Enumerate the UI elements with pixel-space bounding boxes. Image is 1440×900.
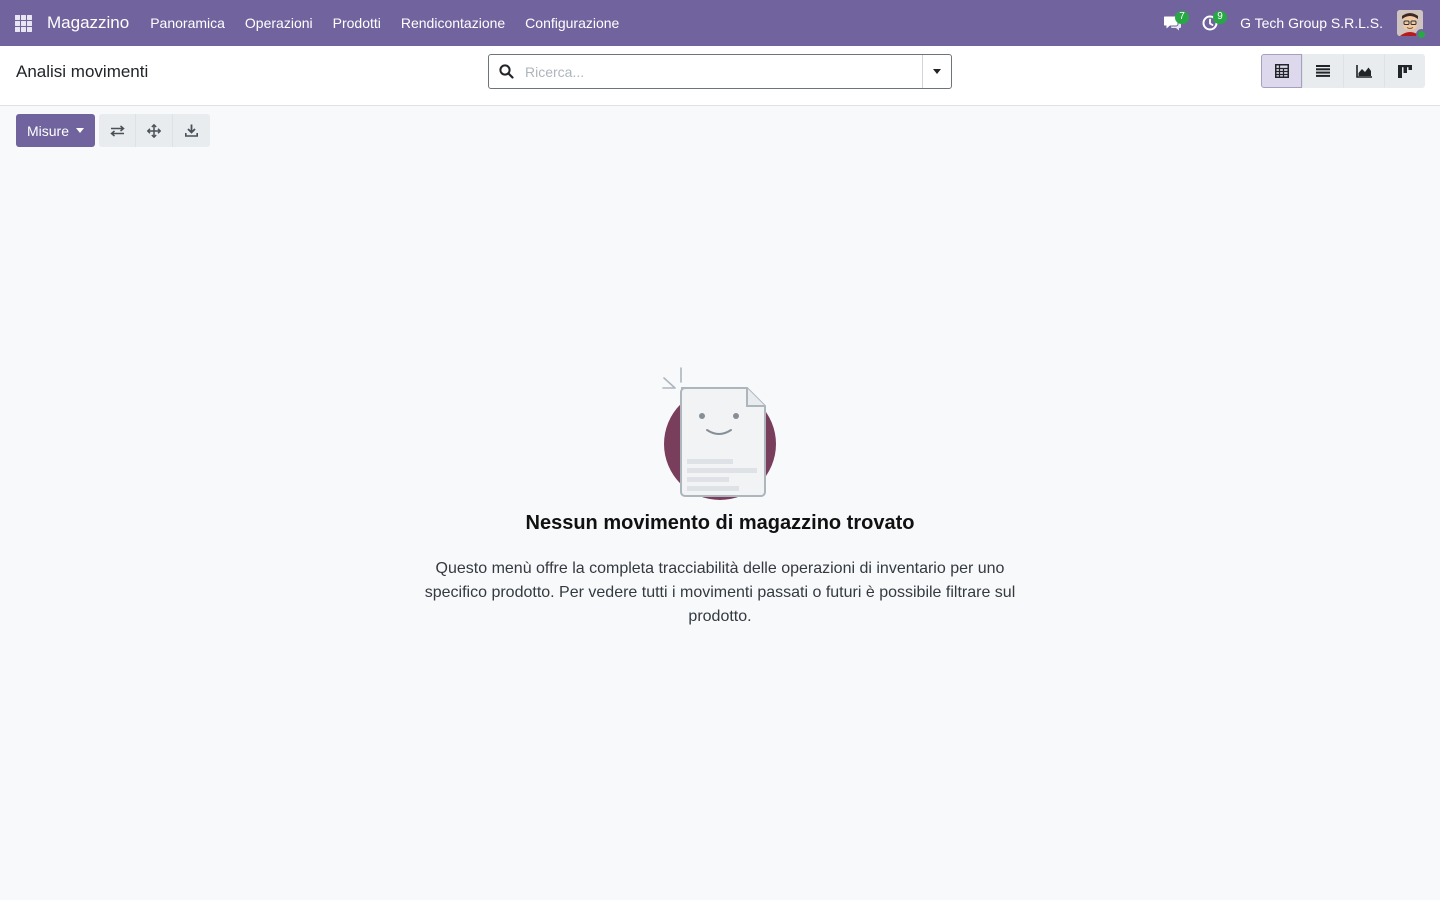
messages-count-badge: 7	[1175, 11, 1190, 24]
menu-item-operazioni[interactable]: Operazioni	[235, 0, 323, 46]
download-button[interactable]	[173, 114, 211, 147]
measures-dropdown-button[interactable]: Misure	[16, 114, 96, 147]
messages-menu[interactable]: 7	[1154, 0, 1192, 46]
menu-item-prodotti[interactable]: Prodotti	[323, 0, 391, 46]
systray: 7 9 G Tech Group S.R.L.S.	[1154, 0, 1440, 46]
flip-axis-button[interactable]	[99, 114, 137, 147]
app-menu-button[interactable]	[0, 0, 46, 46]
measures-label: Misure	[27, 122, 70, 139]
download-icon	[185, 124, 199, 137]
empty-state: Nessun movimento di magazzino trovato Qu…	[0, 360, 1440, 629]
expand-all-button[interactable]	[136, 114, 174, 147]
empty-state-description: Questo menù offre la completa tracciabil…	[424, 560, 1016, 625]
pivot-actions: Misure	[16, 114, 211, 147]
pivot-tools	[99, 114, 211, 147]
view-kanban-button[interactable]	[1384, 54, 1425, 88]
menu-item-panoramica[interactable]: Panoramica	[140, 0, 235, 46]
page-title: Analisi movimenti	[16, 62, 149, 81]
search-icon	[489, 64, 523, 79]
search-options-toggle[interactable]	[922, 55, 951, 88]
empty-state-title: Nessun movimento di magazzino trovato	[525, 512, 915, 534]
caret-down-icon	[933, 69, 941, 74]
app-brand[interactable]: Magazzino	[46, 13, 130, 33]
menu-item-rendicontazione[interactable]: Rendicontazione	[391, 0, 515, 46]
flip-axis-icon	[109, 124, 125, 137]
view-pivot-button[interactable]	[1261, 54, 1302, 88]
view-list-button[interactable]	[1302, 54, 1343, 88]
list-view-icon	[1315, 65, 1330, 77]
caret-down-icon	[76, 128, 85, 133]
main-navbar: Magazzino Panoramica Operazioni Prodotti…	[0, 0, 1440, 46]
menu-item-configurazione[interactable]: Configurazione	[515, 0, 629, 46]
expand-all-icon	[147, 123, 162, 138]
activities-menu[interactable]: 9	[1192, 0, 1228, 46]
control-panel: Analisi movimenti	[0, 46, 1440, 106]
search-bar	[488, 54, 952, 89]
activities-count-badge: 9	[1213, 11, 1228, 24]
user-avatar[interactable]	[1397, 10, 1427, 40]
view-switcher	[1261, 54, 1425, 88]
online-status-indicator	[1416, 29, 1427, 40]
view-graph-button[interactable]	[1343, 54, 1384, 88]
apps-grid-icon	[14, 14, 32, 32]
empty-document-illustration-icon	[662, 367, 776, 500]
pivot-table-icon	[1274, 64, 1289, 78]
kanban-view-icon	[1397, 64, 1412, 78]
company-switcher[interactable]: G Tech Group S.R.L.S.	[1228, 15, 1397, 31]
area-chart-icon	[1355, 64, 1372, 78]
search-input[interactable]	[523, 55, 922, 88]
